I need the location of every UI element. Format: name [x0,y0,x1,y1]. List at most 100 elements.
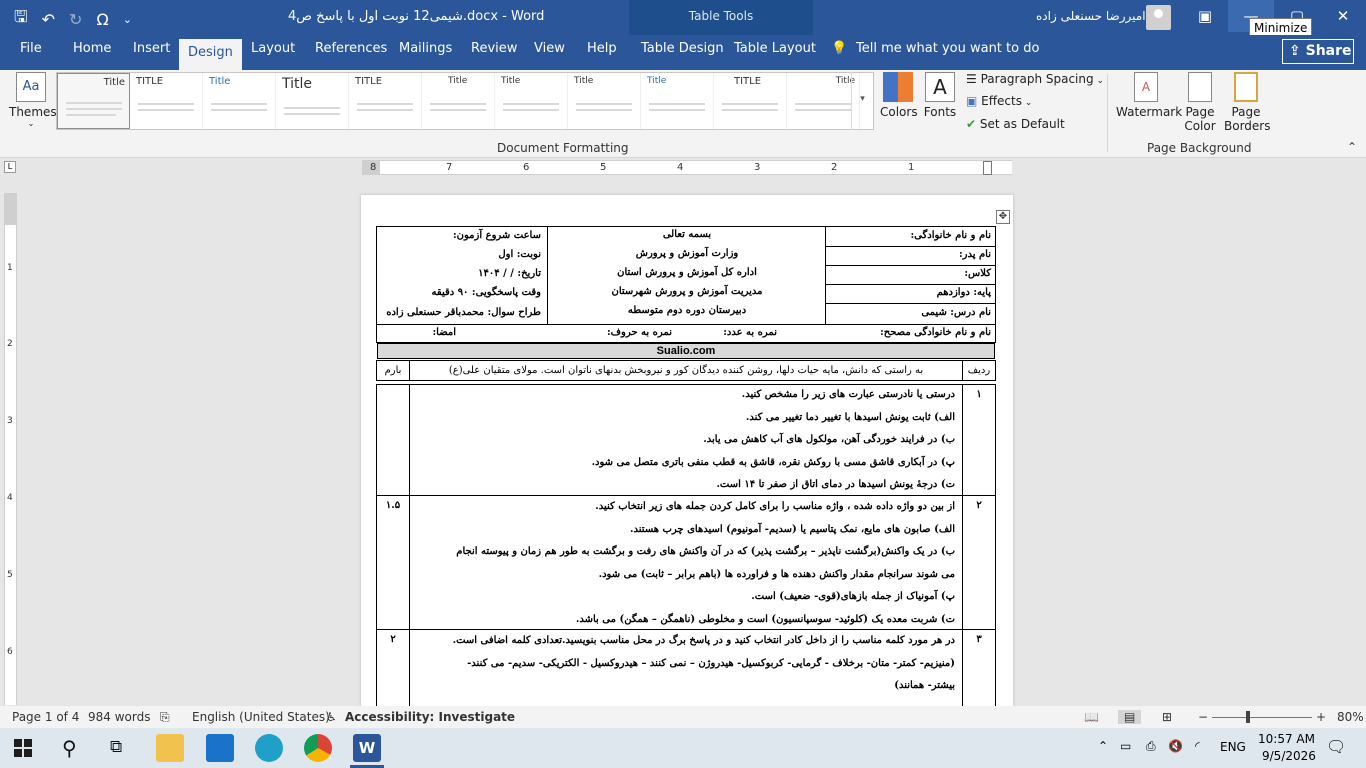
style-set-item[interactable]: TITLE [349,73,422,129]
accessibility-status[interactable]: Accessibility: Investigate [345,710,515,724]
table-move-handle-icon[interactable]: ✥ [996,210,1010,224]
question-line: (منیزیم- کمتر- متان- برخلاف - گرمایی- کر… [467,657,955,669]
indent-marker[interactable] [983,161,992,175]
collapse-ribbon-icon[interactable]: ⌃ [1347,140,1357,154]
ribbon-design: Aa Themes ⌄ Title TITLE Title Title TITL… [0,70,1366,158]
style-set-item[interactable]: Title [422,73,495,129]
tab-design[interactable]: Design [179,39,242,70]
accessibility-icon[interactable]: ♿ [326,710,337,724]
read-mode-icon[interactable]: 📖 [1084,710,1099,724]
question-line: بیشتر- همانند) [894,680,955,691]
zoom-slider[interactable] [1212,717,1312,718]
tab-home[interactable]: Home [73,41,111,69]
volume-muted-icon[interactable]: 🔇 [1168,739,1183,753]
gallery-more-icon[interactable]: ▾ [851,72,873,130]
save-icon[interactable]: 🖫 [14,6,28,33]
close-button[interactable]: ✕ [1320,0,1366,32]
vertical-ruler[interactable]: 1 2 3 4 5 6 [4,193,17,705]
ruler-number: 2 [7,339,13,349]
ruler-number: 6 [523,162,530,173]
tab-view[interactable]: View [534,41,565,69]
zoom-out-icon[interactable]: − [1198,710,1208,724]
zoom-level[interactable]: 80% [1337,710,1364,724]
style-set-item[interactable]: Title [57,73,130,129]
fonts-icon: A [925,72,955,102]
header-line-4: مدیریت آموزش و پرورش شهرستان [611,286,763,297]
tab-review[interactable]: Review [471,41,517,69]
themes-button[interactable]: Aa Themes ⌄ [9,72,57,128]
web-layout-icon[interactable]: ⊞ [1162,710,1172,724]
chevron-up-icon[interactable]: ⌃ [1098,739,1108,753]
themes-label: Themes [9,105,57,119]
language[interactable]: English (United States) [192,710,330,724]
notifications-icon[interactable]: 🗨 [1326,737,1346,756]
set-as-default-button[interactable]: ✔ Set as Default [966,117,1065,131]
question-line: ت) شربت معده یک (کلوئید- سوسپانسیون) است… [575,613,955,625]
zoom-slider-thumb[interactable] [1246,711,1250,723]
clock-time[interactable]: 10:57 AM [1258,732,1315,746]
subject-field: نام درس: شیمی [921,307,991,318]
battery-icon[interactable]: ▭ [1120,739,1131,753]
edge-icon[interactable] [255,734,283,762]
page-count[interactable]: Page 1 of 4 [12,710,79,724]
windows-start-icon[interactable] [14,739,32,757]
user-name[interactable]: امیررضا حسنعلی زاده [1036,9,1146,23]
page-borders-button[interactable]: Page Borders [1224,72,1270,133]
style-set-gallery[interactable]: Title TITLE Title Title TITLE Title Titl… [56,72,874,130]
style-set-item[interactable]: Title [568,73,641,129]
meet-now-icon[interactable]: ⎙ [1146,739,1156,754]
horizontal-ruler[interactable]: 8 7 6 5 4 3 2 1 [362,160,1012,175]
tab-mailings[interactable]: Mailings [399,41,452,69]
tab-table-layout[interactable]: Table Layout [734,41,816,69]
style-set-item[interactable]: Title [276,73,349,129]
task-view-icon[interactable]: ⧉ [110,737,122,757]
word-count[interactable]: 984 words [88,710,150,724]
tab-table-design[interactable]: Table Design [641,41,724,69]
date-field: تاریخ: / / ۱۴۰۴ [478,268,541,279]
question-number: ۲ [962,496,995,629]
tab-references[interactable]: References [315,41,387,69]
zoom-in-icon[interactable]: + [1316,710,1326,724]
proofing-icon[interactable]: ⎘ [160,710,170,725]
print-layout-icon[interactable]: ▤ [1118,710,1142,724]
style-set-item[interactable]: Title [787,73,860,129]
tab-selector-icon[interactable]: L [4,161,16,173]
style-set-item[interactable]: TITLE [130,73,203,129]
tab-insert[interactable]: Insert [133,41,170,69]
share-button[interactable]: ⇪ Share [1282,39,1354,64]
omega-icon[interactable]: Ω [96,10,108,29]
style-set-item[interactable]: Title [203,73,276,129]
clock-date[interactable]: 9/5/2026 [1262,749,1316,763]
avatar[interactable] [1146,5,1171,30]
header-table[interactable]: نام و نام خانوادگی: نام پدر: کلاس: پایه:… [376,226,996,343]
style-set-item[interactable]: Title [495,73,568,129]
search-icon[interactable]: ⚲ [62,736,77,760]
undo-icon[interactable]: ↶ [42,10,55,29]
redo-icon[interactable]: ↻ [69,10,82,29]
question-score [377,385,410,495]
style-set-item[interactable]: TITLE [714,73,787,129]
tab-help[interactable]: Help [587,41,617,69]
word-icon[interactable]: W [353,734,381,762]
intro-row: ردیف به راستی که دانش، مایه حیات دلها، ر… [376,360,996,381]
ribbon-display-options-icon[interactable]: ▣ [1182,0,1228,32]
tell-me-search[interactable]: Tell me what you want to do [856,41,1039,69]
customize-qat-icon[interactable]: ⌄ [123,13,132,26]
watermark-button[interactable]: A Watermark [1116,72,1182,119]
question-line: از بین دو واژه داده شده ، واژه مناسب را … [595,501,955,512]
page-color-button[interactable]: Page Color [1178,72,1222,133]
effects-button[interactable]: ▣ Effects ⌄ [966,94,1032,108]
style-set-item[interactable]: Title [641,73,714,129]
microsoft-store-icon[interactable] [206,734,234,762]
colors-button[interactable]: Colors [880,72,918,119]
document-page[interactable]: نام و نام خانوادگی: نام پدر: کلاس: پایه:… [361,195,1013,706]
chrome-icon[interactable] [304,734,332,762]
input-language[interactable]: ENG [1220,740,1246,754]
paragraph-spacing-button[interactable]: ☰ Paragraph Spacing ⌄ [966,72,1104,86]
fonts-button[interactable]: A Fonts [922,72,958,119]
network-icon[interactable]: ◜ [1195,739,1200,753]
tab-layout[interactable]: Layout [251,41,295,69]
lightbulb-icon: 💡 [831,41,848,56]
file-explorer-icon[interactable] [156,734,184,762]
tab-file[interactable]: File [20,41,42,69]
